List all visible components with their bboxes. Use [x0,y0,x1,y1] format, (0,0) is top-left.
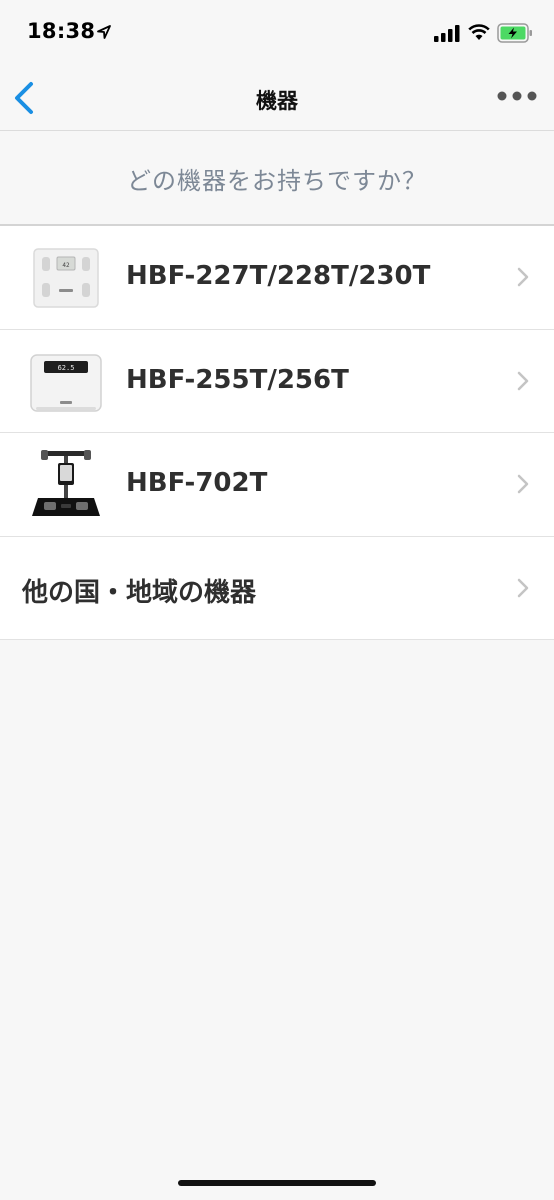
svg-text:42: 42 [62,262,70,269]
battery-charging-icon [497,23,532,43]
more-options-icon[interactable] [496,89,538,103]
chevron-right-icon [517,267,529,287]
status-bar: 18:38 [0,0,554,66]
scale-702t-icon [32,450,100,516]
page-title: 機器 [256,89,298,113]
home-indicator[interactable] [178,1180,376,1186]
device-item-hbf-255t[interactable]: 62.5 HBF-255T/256T [0,329,554,433]
device-item-label: HBF-702T [126,468,268,498]
navigation-bar: 機器 [0,66,554,131]
location-arrow-icon [97,25,111,39]
other-region-devices-label: 他の国・地域の機器 [22,577,257,608]
svg-text:62.5: 62.5 [58,364,75,372]
chevron-right-icon [517,474,529,494]
device-item-label: HBF-255T/256T [126,364,349,395]
status-time: 18:38 [27,19,96,43]
device-list: 42 HBF-227T/228T/230T 62.5 HBF-255T/256T [0,226,554,640]
wifi-icon [468,24,490,40]
device-item-hbf-702t[interactable]: HBF-702T [0,433,554,537]
device-item-hbf-227t[interactable]: 42 HBF-227T/228T/230T [0,226,554,330]
scale-255t-icon: 62.5 [30,353,102,412]
other-region-devices-item[interactable]: 他の国・地域の機器 [0,536,554,640]
cellular-signal-icon [434,25,460,42]
chevron-right-icon [517,371,529,390]
screen: 18:38 機器 どの機器をお持ちですか？ 42 HBF-227T/228T/2… [0,0,554,1200]
chevron-right-icon [517,578,529,597]
device-question-header: どの機器をお持ちですか？ [0,131,554,226]
scale-227t-icon: 42 [33,248,99,308]
device-item-label: HBF-227T/228T/230T [126,261,431,291]
device-question-text: どの機器をお持ちですか？ [127,167,427,195]
